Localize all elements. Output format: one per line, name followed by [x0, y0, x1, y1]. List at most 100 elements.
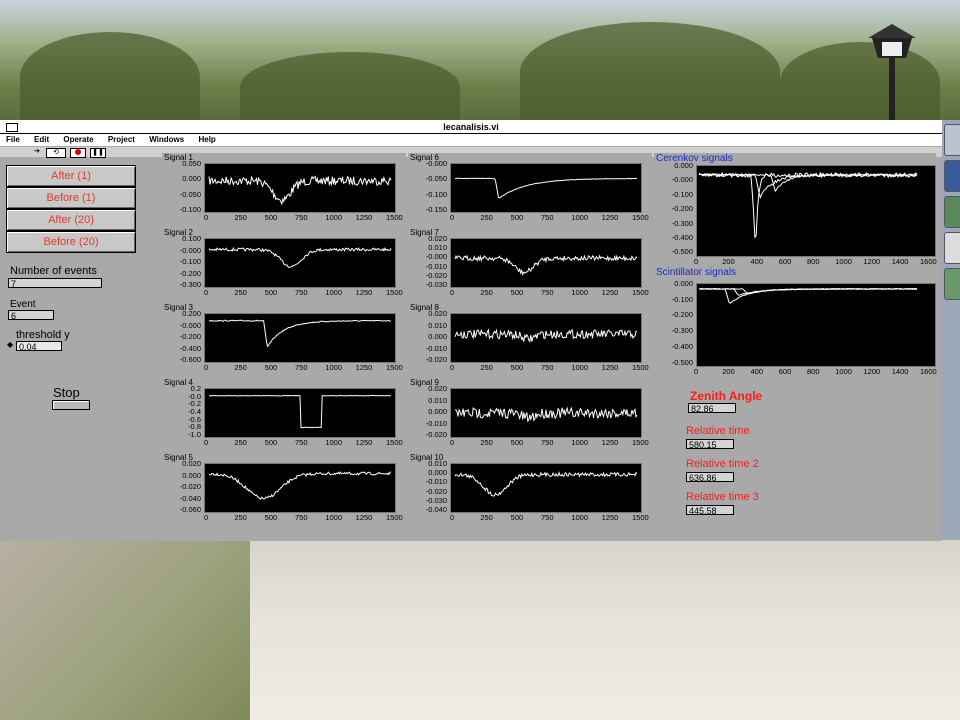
- x-tick-label: 1250: [601, 363, 619, 372]
- trace-line: [455, 406, 638, 423]
- before-20-button[interactable]: Before (20): [6, 231, 136, 253]
- x-tick-label: 1250: [601, 438, 619, 447]
- x-tick-label: 1600: [920, 367, 937, 376]
- app-icon-1[interactable]: [944, 124, 960, 156]
- x-tick-label: 1000: [835, 257, 852, 266]
- x-tick-label: 1400: [891, 257, 909, 266]
- x-tick-label: 200: [722, 367, 735, 376]
- y-tick-label: 0.020: [428, 309, 447, 318]
- stop-button[interactable]: [52, 400, 90, 410]
- y-tick-label: 0.010: [428, 320, 447, 330]
- x-tick-label: 250: [480, 363, 493, 372]
- signal-trace: [208, 246, 392, 268]
- x-tick-label: 0: [204, 513, 209, 522]
- x-tick-label: 1250: [355, 213, 373, 222]
- menu-file[interactable]: File: [6, 135, 20, 144]
- y-tick-label: 0.000: [182, 470, 201, 480]
- app-icon-3[interactable]: [944, 196, 960, 228]
- y-tick-label: -0.040: [425, 505, 447, 515]
- x-tick-label: 250: [480, 438, 493, 447]
- y-tick-label: 0.000: [428, 332, 447, 342]
- signal-panel: Signal 4 0.2 -0.0 -0.2 -0.4 -0.6 -0.8 -1.0 0 250 5…: [162, 378, 406, 452]
- signal-trace: [454, 254, 638, 276]
- x-tick-label: 0: [204, 213, 209, 222]
- before-1-button[interactable]: Before (1): [6, 187, 136, 209]
- x-tick-label: 1250: [355, 513, 373, 522]
- y-tick-label: -0.100: [179, 205, 201, 215]
- x-tick-label: 1500: [386, 438, 403, 447]
- stop-label: Stop: [53, 385, 80, 400]
- trace-line: [454, 254, 638, 276]
- abort-icon[interactable]: [70, 148, 86, 158]
- x-tick-label: 1250: [601, 288, 619, 297]
- y-tick-label: -0.200: [671, 204, 693, 214]
- y-tick-label: -0.200: [671, 310, 693, 320]
- x-tick-label: 800: [807, 257, 820, 266]
- app-icon-4[interactable]: [944, 232, 960, 264]
- x-tick-label: 1000: [325, 288, 343, 297]
- x-tick-label: 250: [234, 513, 247, 522]
- x-tick-label: 500: [510, 213, 524, 222]
- trace-line: [208, 319, 392, 348]
- scintillator-title: Scintillator signals: [656, 267, 737, 278]
- y-tick-label: -0.200: [179, 268, 201, 278]
- app-icon-2[interactable]: [944, 160, 960, 192]
- trace-line: [208, 394, 392, 429]
- labview-window: lecanalisis.vi File Edit Operate Project…: [0, 120, 942, 541]
- y-tick-label: -0.020: [425, 270, 447, 280]
- x-tick-label: 1250: [355, 438, 373, 447]
- y-tick-label: -0.100: [425, 189, 447, 199]
- after-20-button[interactable]: After (20): [6, 209, 136, 231]
- x-tick-label: 750: [295, 363, 308, 372]
- threshold-input[interactable]: 0.04: [16, 341, 62, 352]
- signal-panel: Signal 5 0.020 0.000 -0.020 -0.040 -0.060 0 250…: [162, 453, 406, 527]
- y-tick-label: -0.020: [425, 355, 447, 365]
- y-tick-label: 0.000: [428, 407, 447, 417]
- trace-line: [454, 471, 638, 497]
- pause-icon[interactable]: ❚❚: [90, 148, 106, 158]
- y-tick-label: -0.000: [671, 175, 693, 185]
- x-tick-label: 0: [450, 288, 455, 297]
- run-arrow-icon[interactable]: ➔: [32, 148, 42, 156]
- x-tick-label: 750: [295, 438, 308, 447]
- cerenkov-plot: [696, 165, 936, 257]
- x-tick-label: 0: [450, 513, 455, 522]
- y-tick-label: 0.010: [428, 395, 447, 405]
- menu-project[interactable]: Project: [108, 135, 135, 144]
- relative-time-3-label: Relative time 3: [686, 491, 759, 503]
- y-tick-label: -0.020: [425, 430, 447, 440]
- app-icon-5[interactable]: [944, 268, 960, 300]
- y-tick-label: 0.020: [428, 234, 447, 243]
- menu-operate[interactable]: Operate: [63, 135, 93, 144]
- trace-line: [208, 175, 392, 206]
- menu-windows[interactable]: Windows: [149, 135, 184, 144]
- y-tick-label: -0.060: [179, 505, 201, 515]
- x-tick-label: 0: [694, 257, 699, 266]
- menu-edit[interactable]: Edit: [34, 135, 49, 144]
- run-continuously-icon[interactable]: ⟲: [46, 148, 66, 158]
- number-of-events-label: Number of events: [10, 265, 97, 277]
- y-tick-label: -0.100: [671, 189, 693, 199]
- signal-plot: [204, 238, 396, 288]
- signal-plot: [450, 238, 642, 288]
- after-1-button[interactable]: After (1): [6, 165, 136, 187]
- signal-plot: [450, 313, 642, 363]
- signal-trace: [208, 394, 392, 429]
- x-tick-label: 500: [264, 438, 278, 447]
- x-tick-label: 500: [510, 363, 524, 372]
- trace-line: [454, 177, 638, 199]
- x-tick-label: 750: [295, 288, 308, 297]
- x-tick-label: 1000: [571, 438, 589, 447]
- x-tick-label: 600: [778, 257, 792, 266]
- x-tick-label: 500: [264, 288, 278, 297]
- increment-arrows-icon[interactable]: ◆: [7, 340, 13, 349]
- menu-help[interactable]: Help: [198, 135, 215, 144]
- y-tick-label: -0.030: [425, 495, 447, 505]
- trace-line: [208, 246, 392, 268]
- street-lamp-icon: [868, 24, 916, 122]
- x-tick-label: 0: [204, 288, 209, 297]
- y-tick-label: -0.500: [671, 247, 693, 257]
- close-box[interactable]: [6, 123, 18, 132]
- signal-trace: [208, 319, 392, 348]
- x-tick-label: 500: [510, 288, 524, 297]
